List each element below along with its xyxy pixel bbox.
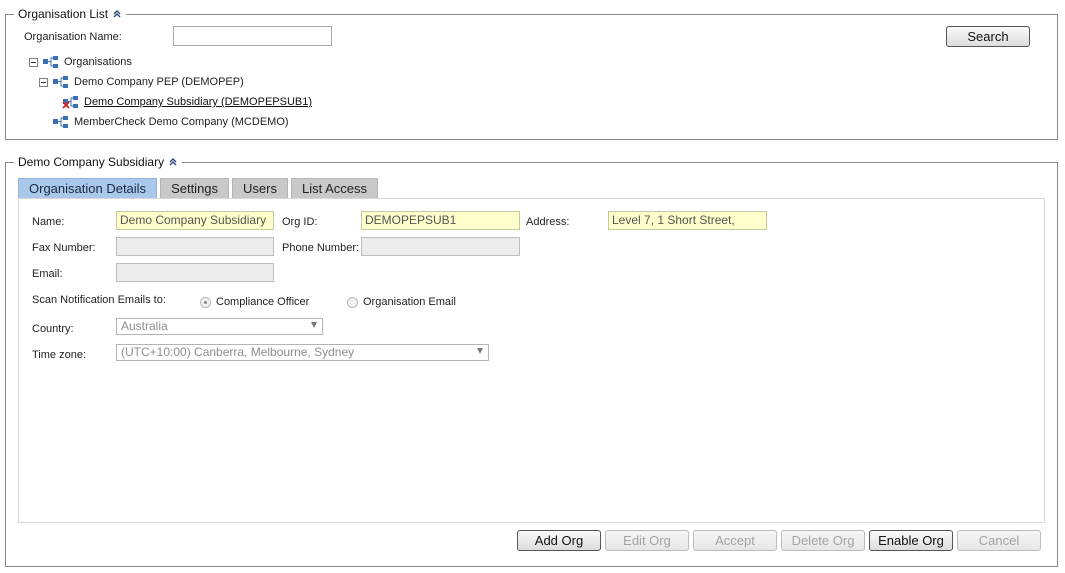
organisation-name-label: Organisation Name: [24, 31, 122, 43]
org-disabled-icon [62, 96, 78, 109]
organisation-detail-title: Demo Company Subsidiary [18, 155, 165, 169]
organisation-email-radio[interactable] [347, 296, 358, 308]
scan-notification-label: Scan Notification Emails to: [32, 294, 166, 306]
email-field[interactable] [116, 263, 274, 282]
tree-node-demo-company-subsidiary[interactable]: Demo Company Subsidiary (DEMOPEPSUB1) [62, 95, 312, 109]
time-zone-select[interactable]: (UTC+10:00) Canberra, Melbourne, Sydney [116, 344, 489, 361]
collapse-up-icon[interactable] [168, 157, 178, 167]
fax-number-field[interactable] [116, 237, 274, 256]
organisation-detail-legend[interactable]: Demo Company Subsidiary [14, 155, 183, 169]
delete-org-button[interactable]: Delete Org [781, 530, 865, 551]
name-field[interactable]: Demo Company Subsidiary [116, 211, 274, 230]
tree-label-organisations[interactable]: Organisations [64, 56, 132, 68]
address-field[interactable]: Level 7, 1 Short Street, Sydn [608, 211, 767, 230]
org-hierarchy-icon [43, 56, 58, 68]
tree-label-demo-company-subsidiary[interactable]: Demo Company Subsidiary (DEMOPEPSUB1) [84, 96, 312, 108]
phone-number-label: Phone Number: [282, 242, 360, 254]
country-selected-value: Australia [121, 319, 168, 333]
compliance-officer-radio[interactable] [200, 296, 211, 308]
phone-number-field[interactable] [361, 237, 520, 256]
enable-org-button[interactable]: Enable Org [869, 530, 953, 551]
country-select[interactable]: Australia [116, 318, 323, 335]
chevron-down-icon [477, 348, 483, 354]
compliance-officer-option[interactable]: Compliance Officer [200, 296, 309, 308]
tree-label-demo-company-pep[interactable]: Demo Company PEP (DEMOPEP) [74, 76, 244, 88]
detail-tabs: Organisation Details Settings Users List… [18, 178, 379, 198]
tab-organisation-details[interactable]: Organisation Details [18, 178, 158, 198]
fax-number-label: Fax Number: [32, 242, 96, 254]
tree-node-organisations[interactable]: Organisations [29, 55, 132, 69]
tab-list-access[interactable]: List Access [291, 178, 379, 198]
org-hierarchy-icon [53, 116, 68, 128]
country-label: Country: [32, 323, 74, 335]
tree-node-demo-company-pep[interactable]: Demo Company PEP (DEMOPEP) [39, 75, 244, 89]
tree-label-membercheck-demo[interactable]: MemberCheck Demo Company (MCDEMO) [74, 116, 289, 128]
compliance-officer-label: Compliance Officer [216, 296, 310, 308]
add-org-button[interactable]: Add Org [517, 530, 601, 551]
cancel-button[interactable]: Cancel [957, 530, 1041, 551]
org-id-label: Org ID: [282, 216, 318, 228]
name-label: Name: [32, 216, 65, 228]
tab-settings[interactable]: Settings [160, 178, 230, 198]
search-button[interactable]: Search [946, 26, 1030, 47]
organisation-name-input[interactable] [173, 26, 332, 46]
collapse-up-icon[interactable] [112, 9, 122, 19]
email-label: Email: [32, 268, 63, 280]
edit-org-button[interactable]: Edit Org [605, 530, 689, 551]
organisation-list-legend[interactable]: Organisation List [14, 7, 127, 21]
tab-users[interactable]: Users [232, 178, 288, 198]
time-zone-selected-value: (UTC+10:00) Canberra, Melbourne, Sydney [121, 345, 355, 359]
chevron-down-icon [311, 322, 317, 328]
address-label: Address: [526, 216, 570, 228]
collapse-minus-icon[interactable] [29, 57, 38, 67]
collapse-minus-icon[interactable] [39, 77, 48, 87]
org-hierarchy-icon [53, 76, 68, 88]
tree-node-membercheck-demo[interactable]: MemberCheck Demo Company (MCDEMO) [52, 115, 289, 129]
time-zone-label: Time zone: [32, 349, 87, 361]
organisation-email-label: Organisation Email [363, 296, 456, 308]
organisation-email-option[interactable]: Organisation Email [347, 296, 456, 308]
org-id-field[interactable]: DEMOPEPSUB1 [361, 211, 520, 230]
accept-button[interactable]: Accept [693, 530, 777, 551]
organisation-list-title: Organisation List [18, 7, 109, 21]
